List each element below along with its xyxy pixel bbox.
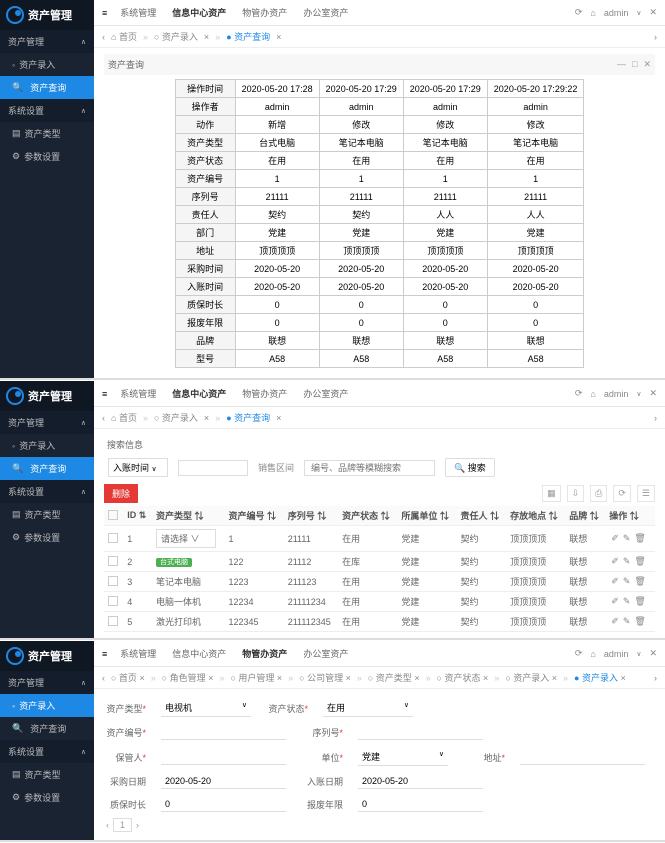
menu-asset-query[interactable]: 🔍资产查询	[0, 457, 94, 480]
refresh-icon[interactable]: ⟳	[575, 7, 583, 18]
chevron-up-icon: ∧	[81, 107, 86, 115]
tab-office-assets[interactable]: 办公室资产	[300, 4, 351, 21]
tab-wuguan-assets[interactable]: 物管办资产	[239, 4, 290, 21]
home-link[interactable]: ⌂ 首页	[111, 30, 137, 43]
close-icon[interactable]: ✕	[643, 59, 651, 70]
maximize-icon[interactable]: □	[632, 59, 637, 70]
menu-icon[interactable]: ≡	[102, 8, 107, 18]
sidebar: 资产管理 资产管理∧ ◦ 资产录入 🔍资产查询 系统设置∧ ▤ 资产类型 ⚙ 参…	[0, 381, 94, 638]
menu-sys-settings[interactable]: 系统设置∧	[0, 99, 94, 122]
pager: ‹ 1 ›	[104, 816, 655, 834]
dept-select[interactable]: 党建 ∨	[358, 748, 448, 766]
data-table: ID ⇅资产类型 ⇅资产编号 ⇅序列号 ⇅资产状态 ⇅所属单位 ⇅责任人 ⇅存放…	[104, 506, 655, 632]
user-label[interactable]: admin	[604, 8, 629, 18]
logo: 资产管理	[0, 0, 94, 30]
delete-button[interactable]: 删除	[104, 484, 138, 503]
keyword-input[interactable]	[304, 460, 435, 476]
columns-icon[interactable]: ☰	[637, 485, 655, 502]
scrap-input[interactable]	[358, 797, 483, 812]
chart-icon[interactable]: ▦	[542, 485, 561, 502]
menu-asset-input[interactable]: ◦ 资产录入	[0, 694, 94, 717]
back-icon[interactable]: ‹	[102, 32, 105, 42]
app-title: 资产管理	[28, 7, 72, 23]
menu-asset-query[interactable]: 🔍资产查询	[0, 717, 94, 740]
asset-type-select[interactable]: 电视机 ∨	[161, 699, 251, 717]
menu-asset-input[interactable]: ◦ 资产录入	[0, 53, 94, 76]
refresh-icon[interactable]: ⟳	[613, 485, 631, 502]
detail-table: 操作时间2020-05-20 17:282020-05-20 17:292020…	[175, 79, 585, 368]
date-from[interactable]	[178, 460, 248, 476]
in-date-input[interactable]	[358, 774, 483, 789]
section-header: 资产查询 —□✕	[104, 54, 655, 75]
tab-info-assets[interactable]: 信息中心资产	[169, 4, 229, 21]
asset-status-select[interactable]: 在用 ∨	[323, 699, 413, 717]
search-section-label: 搜索信息	[104, 435, 655, 454]
print-icon[interactable]: ⎙	[590, 485, 607, 502]
logo-icon	[6, 6, 24, 24]
search-button[interactable]: 🔍 搜索	[445, 458, 495, 477]
serial-input[interactable]	[358, 725, 483, 740]
forward-icon[interactable]: ›	[654, 32, 657, 42]
topbar: ≡ 系统管理 信息中心资产 物管办资产 办公室资产 ⟳ ⌂ admin∨ ✕	[94, 0, 665, 26]
asset-number-input[interactable]	[161, 725, 286, 740]
menu-asset-type[interactable]: ▤ 资产类型	[0, 122, 94, 145]
search-bar: 入账时间 ∨ 销售区间 🔍 搜索	[104, 454, 655, 481]
download-icon[interactable]: ⇩	[567, 485, 585, 502]
tab-sysmgmt[interactable]: 系统管理	[117, 4, 159, 21]
buy-date-input[interactable]	[161, 774, 286, 789]
menu-asset-query[interactable]: 🔍资产查询	[0, 76, 94, 99]
menu-param-settings[interactable]: ⚙ 参数设置	[0, 145, 94, 168]
breadcrumb: ‹ ⌂ 首页 »○ 资产录入× »● 资产查询× ›	[94, 26, 665, 48]
addr-input[interactable]	[520, 750, 645, 765]
sidebar: 资产管理 资产管理∧ ◦ 资产录入 🔍资产查询 系统设置∧ ▤ 资产类型 ⚙ 参…	[0, 0, 94, 378]
logout-icon[interactable]: ✕	[649, 7, 657, 18]
sidebar: 资产管理 资产管理∧ ◦ 资产录入 🔍资产查询 系统设置∧ ▤ 资产类型 ⚙ 参…	[0, 641, 94, 840]
warranty-input[interactable]	[161, 797, 286, 812]
time-filter[interactable]: 入账时间 ∨	[108, 458, 168, 477]
menu-asset-mgmt[interactable]: 资产管理∧	[0, 30, 94, 53]
chevron-up-icon: ∧	[81, 38, 86, 46]
minimize-icon[interactable]: —	[617, 59, 626, 70]
tabs-bar: ‹ ○ 首页 ×»○ 角色管理 ×»○ 用户管理 ×»○ 公司管理 ×»○ 资产…	[94, 667, 665, 689]
menu-asset-input[interactable]: ◦ 资产录入	[0, 434, 94, 457]
owner-input[interactable]	[161, 750, 286, 765]
home-icon[interactable]: ⌂	[590, 8, 595, 18]
